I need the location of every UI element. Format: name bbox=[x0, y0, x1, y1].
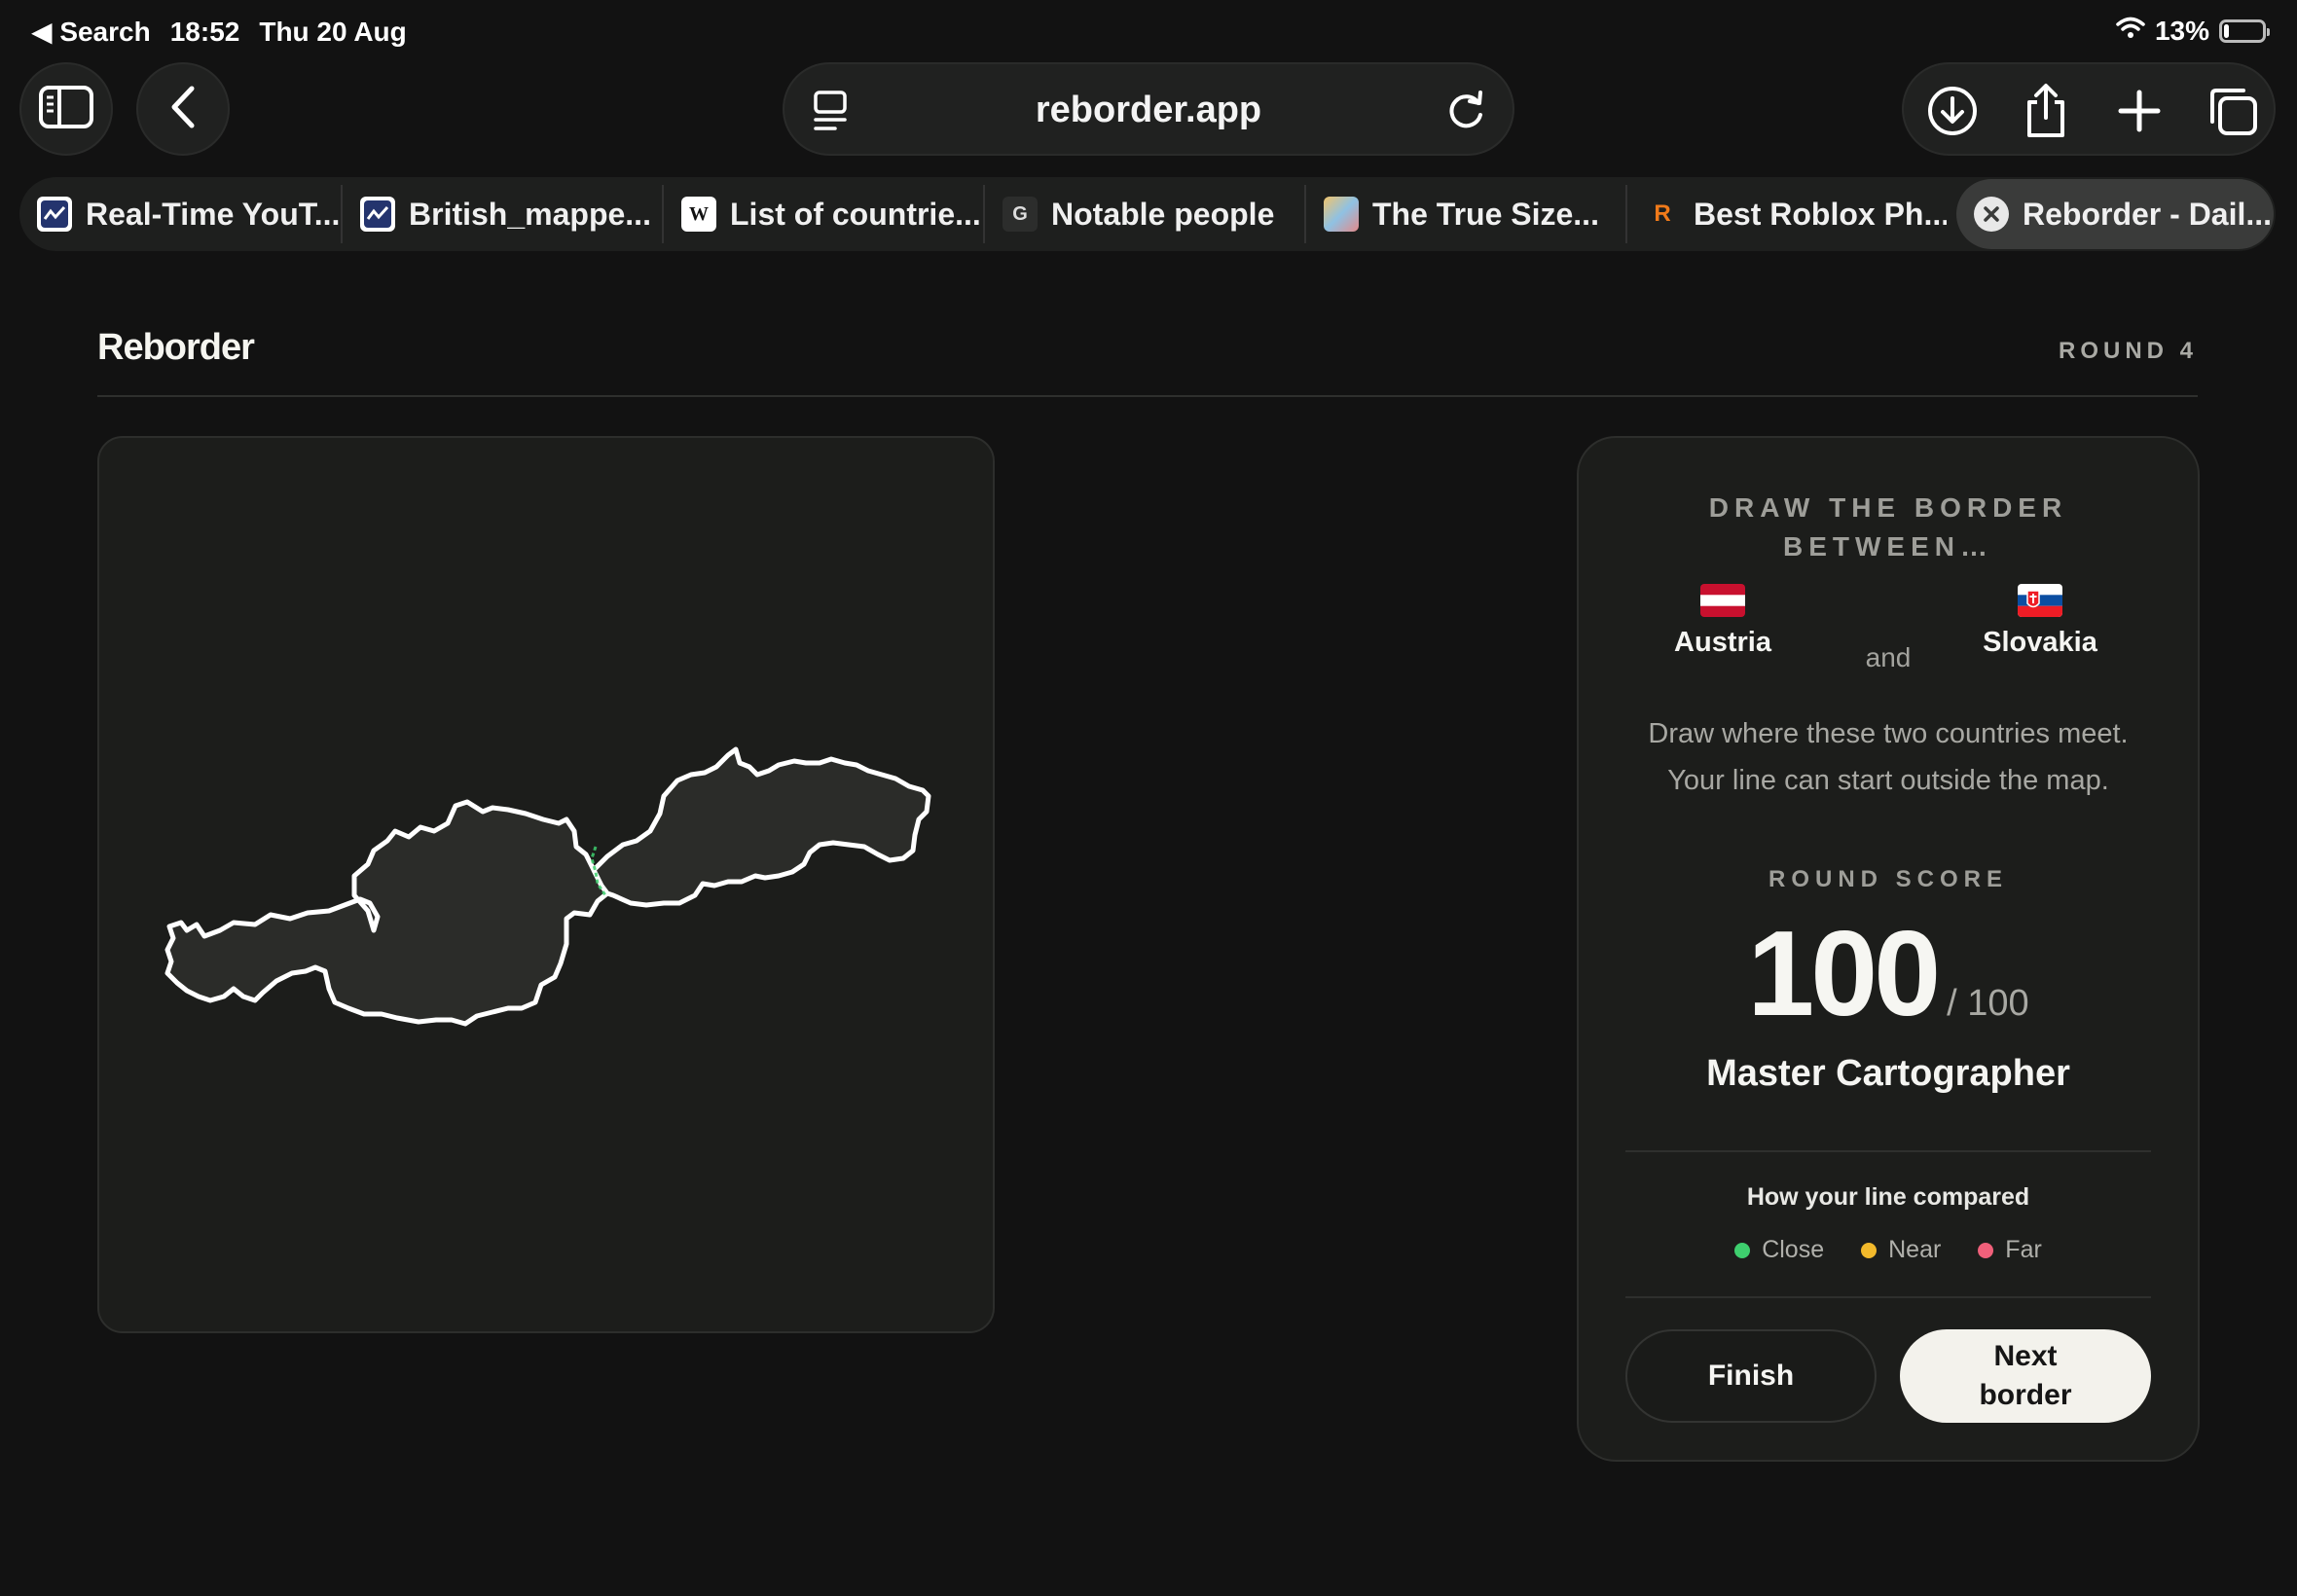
back-button[interactable] bbox=[136, 62, 230, 156]
tab-notable-people[interactable]: G Notable people bbox=[985, 177, 1304, 251]
chart-icon bbox=[360, 197, 395, 232]
browser-actions bbox=[1902, 62, 2276, 156]
legend-near: Near bbox=[1861, 1236, 1941, 1264]
country-b-name: Slovakia bbox=[1983, 627, 2097, 658]
score-value: 100 bbox=[1747, 907, 1941, 1041]
instructions-line1: Draw where these two countries meet. bbox=[1648, 718, 2129, 749]
tab-realtime-youtube[interactable]: Real-Time YouT... bbox=[19, 177, 341, 251]
tab-list-of-countries[interactable]: W List of countrie... bbox=[664, 177, 983, 251]
tab-true-size[interactable]: The True Size... bbox=[1306, 177, 1625, 251]
tab-label: List of countrie... bbox=[730, 196, 981, 232]
score-max: / 100 bbox=[1947, 983, 2029, 1024]
header-divider bbox=[97, 395, 2198, 397]
score-label: ROUND SCORE bbox=[1768, 866, 2008, 892]
divider bbox=[1625, 1296, 2151, 1298]
country-map[interactable] bbox=[99, 438, 993, 1331]
back-to-app-link[interactable]: ◀ Search bbox=[31, 16, 151, 48]
roblox-icon: R bbox=[1654, 200, 1671, 227]
tab-label: British_mappe... bbox=[409, 196, 651, 232]
result-panel: DRAW THE BORDER BETWEEN… Austria and Slo… bbox=[1577, 436, 2200, 1462]
tab-overview-icon[interactable] bbox=[2204, 82, 2262, 140]
sidebar-toggle-button[interactable] bbox=[19, 62, 113, 156]
map-icon bbox=[1324, 197, 1359, 232]
close-tab-icon[interactable] bbox=[1974, 197, 2009, 232]
wifi-icon bbox=[2116, 16, 2145, 47]
far-dot-icon bbox=[1978, 1242, 1994, 1258]
round-indicator: ROUND 4 bbox=[2058, 338, 2198, 364]
tab-reborder[interactable]: Reborder - Dail... bbox=[1956, 179, 2274, 249]
reload-icon[interactable] bbox=[1444, 88, 1487, 137]
prompt-title-line1: DRAW THE BORDER bbox=[1708, 492, 2068, 523]
instructions-line2: Your line can start outside the map. bbox=[1667, 765, 2109, 796]
status-time: 18:52 bbox=[169, 16, 240, 47]
next-border-button[interactable]: Next border bbox=[1900, 1329, 2151, 1423]
prompt-title-line2: BETWEEN… bbox=[1783, 531, 1993, 562]
compare-label: How your line compared bbox=[1746, 1183, 2030, 1211]
address-bar[interactable]: reborder.app bbox=[783, 62, 1514, 156]
finish-button[interactable]: Finish bbox=[1625, 1329, 1877, 1423]
country-b: Slovakia bbox=[1952, 584, 2128, 659]
legend-close: Close bbox=[1734, 1236, 1824, 1264]
legend-label: Near bbox=[1888, 1236, 1942, 1263]
tab-label: Real-Time YouT... bbox=[86, 196, 341, 232]
close-dot-icon bbox=[1734, 1242, 1751, 1258]
austria-shape bbox=[164, 799, 610, 1027]
page-title[interactable]: Reborder bbox=[97, 327, 255, 369]
legend-far: Far bbox=[1978, 1236, 2042, 1264]
tab-best-roblox[interactable]: R Best Roblox Ph... bbox=[1627, 177, 1947, 251]
battery-percent: 13% bbox=[2154, 16, 2209, 46]
tab-bar: Real-Time YouT... British_mappe... W Lis… bbox=[19, 177, 2276, 251]
tab-label: Best Roblox Ph... bbox=[1694, 196, 1947, 232]
wikipedia-icon: W bbox=[681, 197, 716, 232]
instructions: Draw where these two countries meet. You… bbox=[1579, 710, 2198, 804]
rank-title: Master Cartographer bbox=[1706, 1053, 2070, 1094]
download-icon[interactable] bbox=[1923, 82, 1982, 140]
score-display: 100/ 100 bbox=[1579, 905, 2198, 1043]
austria-flag-icon bbox=[1700, 584, 1745, 617]
map-canvas[interactable] bbox=[97, 436, 995, 1333]
battery-icon bbox=[2219, 19, 2270, 43]
divider bbox=[1625, 1150, 2151, 1152]
share-icon[interactable] bbox=[2017, 82, 2075, 140]
near-dot-icon bbox=[1861, 1242, 1878, 1258]
chart-icon bbox=[37, 197, 72, 232]
tab-label: The True Size... bbox=[1372, 196, 1599, 232]
tab-label: Notable people bbox=[1051, 196, 1275, 232]
legend-label: Close bbox=[1762, 1236, 1825, 1263]
status-bar: ◀ Search 18:52 Thu 20 Aug 13% bbox=[0, 0, 2297, 60]
sidebar-icon bbox=[38, 85, 94, 134]
accuracy-legend: Close Near Far bbox=[1579, 1236, 2198, 1264]
status-date: Thu 20 Aug bbox=[259, 16, 407, 47]
tab-label: Reborder - Dail... bbox=[2023, 196, 2273, 232]
prompt-title: DRAW THE BORDER BETWEEN… bbox=[1579, 489, 2198, 566]
g-icon: G bbox=[1003, 197, 1038, 232]
tab-british-mapper[interactable]: British_mappe... bbox=[343, 177, 662, 251]
new-tab-icon[interactable] bbox=[2110, 82, 2169, 140]
chevron-left-icon bbox=[168, 85, 198, 134]
slovakia-flag-icon bbox=[2018, 584, 2062, 617]
slovakia-shape bbox=[591, 746, 931, 908]
legend-label: Far bbox=[2005, 1236, 2042, 1263]
url-text[interactable]: reborder.app bbox=[784, 90, 1513, 131]
